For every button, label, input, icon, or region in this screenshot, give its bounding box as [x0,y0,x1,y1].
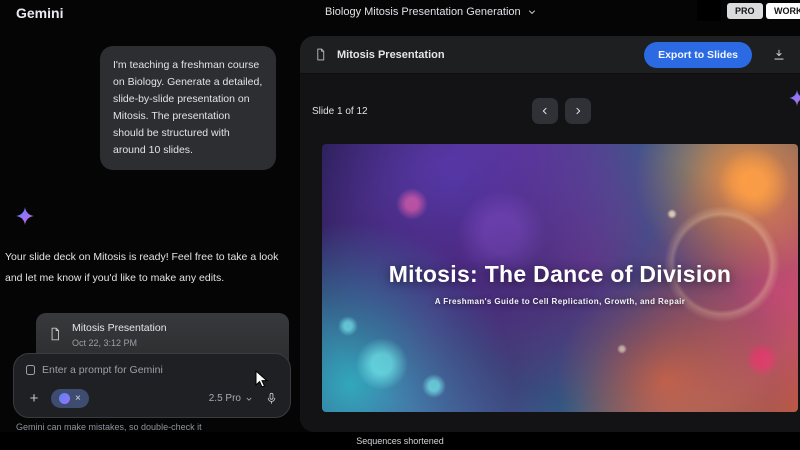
prompt-leading-icon [26,365,35,375]
avatar[interactable] [697,0,721,21]
artifact-title: Mitosis Presentation [72,322,167,334]
sequences-shortened-note: Sequences shortened [356,432,444,450]
microphone-icon[interactable] [265,392,278,405]
gemini-sparkle-icon [16,207,34,225]
document-icon [48,327,62,341]
sparkle-icon[interactable] [789,90,800,106]
add-attachment-button[interactable]: + [26,392,42,406]
prompt-toolbar: + × 2.5 Pro [26,389,278,408]
disclaimer-text: Gemini can make mistakes, so double-chec… [16,422,288,432]
conversation-title-dropdown[interactable]: Biology Mitosis Presentation Generation [325,6,537,18]
canvas-header: Mitosis Presentation Export to Slides [300,36,800,74]
slide-subtitle: A Freshman's Guide to Cell Replication, … [435,297,686,306]
conversation-title: Biology Mitosis Presentation Generation [325,6,521,18]
artifact-timestamp: Oct 22, 3:12 PM [72,338,137,348]
export-to-slides-button[interactable]: Export to Slides [644,42,752,68]
gemini-logo: Gemini [16,5,63,21]
previous-slide-button[interactable] [532,98,558,124]
prompt-input-box[interactable]: + × 2.5 Pro [13,353,291,418]
slide-preview: Mitosis: The Dance of Division A Freshma… [322,144,798,412]
assistant-response-text: Your slide deck on Mitosis is ready! Fee… [5,247,293,289]
canvas-panel: Mitosis Presentation Export to Slides Sl… [300,36,800,432]
user-message-bubble: I'm teaching a freshman course on Biolog… [100,46,276,170]
gemini-app: Gemini Biology Mitosis Presentation Gene… [0,0,800,450]
document-icon [314,48,327,61]
slide-text-block: Mitosis: The Dance of Division A Freshma… [322,144,798,412]
work-badge: WORK [766,3,800,19]
pro-badge: PRO [727,3,763,19]
prompt-input-row [26,364,278,376]
next-slide-button[interactable] [565,98,591,124]
slide-title: Mitosis: The Dance of Division [389,261,732,288]
status-strip: Sequences shortened [0,432,800,450]
prompt-input[interactable] [42,364,278,376]
slide-navigation [532,98,591,124]
chevron-down-icon [245,395,253,403]
download-icon[interactable] [772,48,786,62]
model-selector[interactable]: 2.5 Pro [209,393,253,404]
tool-chip-icon [59,393,70,404]
canvas-doc-title: Mitosis Presentation [337,49,445,61]
tool-chip-close-icon[interactable]: × [75,394,81,404]
slide-counter: Slide 1 of 12 [312,106,368,117]
chevron-down-icon [527,7,537,17]
model-label: 2.5 Pro [209,393,241,404]
tool-chip[interactable]: × [51,389,89,408]
slide-viewer: Slide 1 of 12 Mitosis: The Dance of Divi… [300,74,800,432]
